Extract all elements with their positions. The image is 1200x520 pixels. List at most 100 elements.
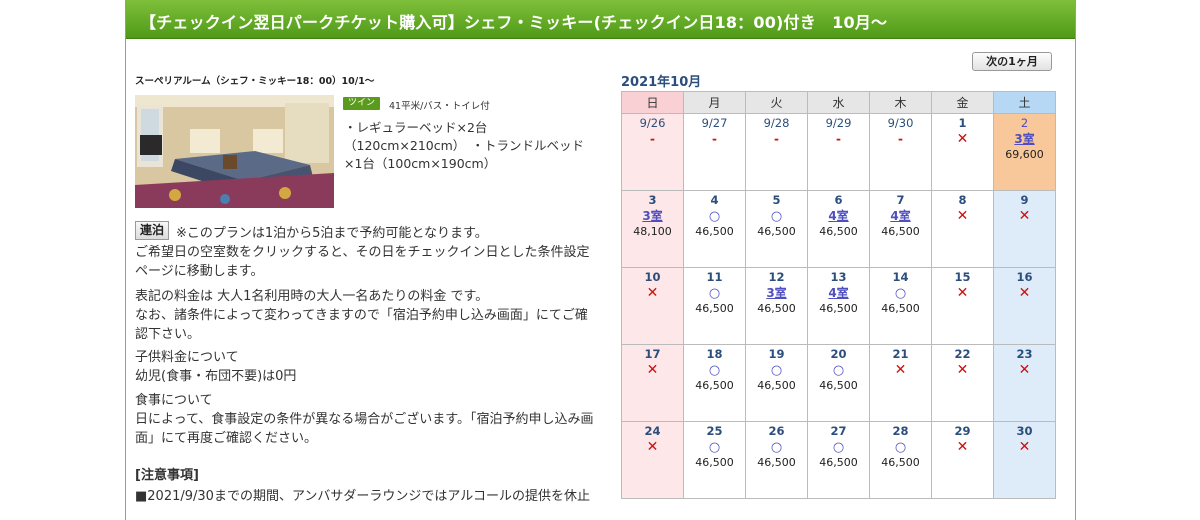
next-month-button[interactable]: 次の1ヶ月 [972,52,1052,71]
calendar-day-cell[interactable]: 7 4室 46,500 [869,190,932,268]
calendar-day-number: 17 [644,347,661,361]
calendar-day-number: 5 [772,193,781,207]
calendar-day-cell[interactable]: 13 4室 46,500 [807,267,870,345]
calendar-cell-content: 1 ✕ [932,114,993,148]
calendar-day-cell: 23 ✕ [993,344,1056,422]
calendar-cell-content: 14 ○ 46,500 [870,268,931,316]
available-circle-icon[interactable]: ○ [684,439,745,456]
calendar-day-cell: 9/26 - [621,113,684,191]
available-circle-icon[interactable]: ○ [684,208,745,225]
calendar-day-cell: 15 ✕ [931,267,994,345]
rooms-available-link[interactable]: 4室 [808,285,869,302]
calendar-day-number: 24 [644,424,661,438]
weekday-header-row: 日 月 火 水 木 金 土 [621,91,1056,114]
calendar-day-number: 6 [834,193,843,207]
calendar-day-number: 12 [768,270,785,284]
calendar-day-cell: 16 ✕ [993,267,1056,345]
sold-out-icon: ✕ [646,285,659,301]
calendar-day-cell[interactable]: 5 ○ 46,500 [745,190,808,268]
rooms-available-link[interactable]: 3室 [622,208,683,225]
calendar-cell-content: 3 3室 48,100 [622,191,683,239]
sold-out-icon: ✕ [956,131,969,147]
price-note: 表記の料金は 大人1名利用時の大人一名あたりの料金 です。 なお、諸条件によって… [135,287,595,344]
rooms-available-link[interactable]: 3室 [994,131,1055,148]
calendar-week-row: 10 ✕ 11 ○ 46,500 12 3室 46,500 13 4室 46,500 14 ○ 46,50… [621,267,1056,345]
calendar-cell-content: 10 ✕ [622,268,683,302]
rooms-available-link[interactable]: 4室 [870,208,931,225]
calendar-body: 9/26-9/27-9/28-9/29-9/30-1 ✕ 2 3室 69,600 3 3室 4… [621,113,1056,499]
calendar-day-cell[interactable]: 25 ○ 46,500 [683,421,746,499]
unavailable-dash: - [712,132,717,146]
available-circle-icon[interactable]: ○ [746,362,807,379]
calendar-cell-content: 6 4室 46,500 [808,191,869,239]
calendar-day-cell: 17 ✕ [621,344,684,422]
calendar-day-cell[interactable]: 6 4室 46,500 [807,190,870,268]
calendar-day-number: 1 [958,116,967,130]
calendar-day-cell: 9/30 - [869,113,932,191]
calendar-day-number: 2 [1020,116,1029,130]
calendar-price: 46,500 [757,225,796,238]
calendar-day-cell[interactable]: 20 ○ 46,500 [807,344,870,422]
calendar-day-number: 9/29 [825,116,852,130]
calendar-day-cell[interactable]: 4 ○ 46,500 [683,190,746,268]
calendar-day-cell[interactable]: 12 3室 46,500 [745,267,808,345]
sold-out-icon: ✕ [1018,208,1031,224]
calendar-cell-content: 21 ✕ [870,345,931,379]
available-circle-icon[interactable]: ○ [684,362,745,379]
notice-title: [注意事項] [135,468,199,483]
calendar-day-cell[interactable]: 3 3室 48,100 [621,190,684,268]
available-circle-icon[interactable]: ○ [808,439,869,456]
calendar-cell-content: 12 3室 46,500 [746,268,807,316]
calendar-price: 69,600 [1005,148,1044,161]
available-circle-icon[interactable]: ○ [808,362,869,379]
available-circle-icon[interactable]: ○ [746,439,807,456]
calendar-day-number: 22 [954,347,971,361]
calendar-day-cell: 8 ✕ [931,190,994,268]
calendar-day-cell[interactable]: 27 ○ 46,500 [807,421,870,499]
available-circle-icon[interactable]: ○ [746,208,807,225]
calendar-day-cell[interactable]: 14 ○ 46,500 [869,267,932,345]
notice-text: ■2021/9/30までの期間、アンバサダーラウンジではアルコールの提供を休止 [135,489,591,504]
available-circle-icon[interactable]: ○ [684,285,745,302]
calendar-day-cell[interactable]: 2 3室 69,600 [993,113,1056,191]
calendar-day-number: 18 [706,347,723,361]
calendar-day-number: 30 [1016,424,1033,438]
rooms-available-link[interactable]: 3室 [746,285,807,302]
renpaku-label: 連泊 [135,221,170,240]
calendar-price: 46,500 [819,456,858,469]
calendar-day-cell[interactable]: 11 ○ 46,500 [683,267,746,345]
available-circle-icon[interactable]: ○ [870,439,931,456]
available-circle-icon[interactable]: ○ [870,285,931,302]
calendar-price: 46,500 [695,225,734,238]
bed-info: ・レギュラーベッド×2台（120cm×210cm） ・トランドルベッド×1台（1… [344,120,585,171]
calendar-day-cell[interactable]: 18 ○ 46,500 [683,344,746,422]
room-photo-image [135,95,334,208]
calendar-cell-content: 8 ✕ [932,191,993,225]
calendar-day-number: 27 [830,424,847,438]
unavailable-dash: - [836,132,841,146]
weekday-header: 月 [683,91,746,114]
weekday-header: 火 [745,91,808,114]
sold-out-icon: ✕ [956,208,969,224]
calendar-cell-content: 9/28 - [746,114,807,148]
calendar-price: 46,500 [881,302,920,315]
calendar-day-number: 3 [648,193,657,207]
calendar-price: 46,500 [757,456,796,469]
calendar-day-cell[interactable]: 19 ○ 46,500 [745,344,808,422]
weekday-header: 木 [869,91,932,114]
room-photo [135,95,334,208]
rooms-available-link[interactable]: 4室 [808,208,869,225]
calendar-day-cell[interactable]: 28 ○ 46,500 [869,421,932,499]
calendar-day-number: 25 [706,424,723,438]
calendar-day-cell[interactable]: 26 ○ 46,500 [745,421,808,499]
calendar-price: 46,500 [695,302,734,315]
sold-out-icon: ✕ [646,439,659,455]
calendar-price: 46,500 [819,225,858,238]
calendar-day-number: 9 [1020,193,1029,207]
sold-out-icon: ✕ [956,362,969,378]
sold-out-icon: ✕ [646,362,659,378]
calendar-cell-content: 29 ✕ [932,422,993,456]
calendar-cell-content: 27 ○ 46,500 [808,422,869,470]
sold-out-icon: ✕ [1018,362,1031,378]
weekday-header: 水 [807,91,870,114]
